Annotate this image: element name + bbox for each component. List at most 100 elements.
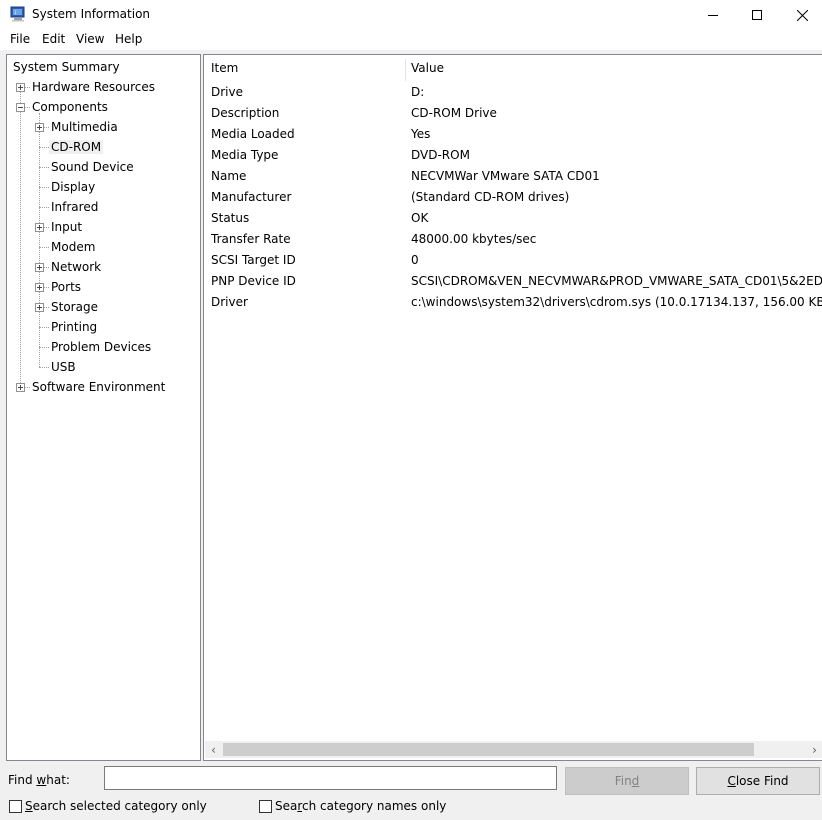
tree-guide-line <box>39 327 49 328</box>
tree-guide-line <box>39 113 40 367</box>
tree-item-label: Storage <box>51 300 98 314</box>
tree-item-cd-rom[interactable]: CD-ROM <box>49 137 104 157</box>
cell-value: CD-ROM Drive <box>411 106 497 120</box>
table-row[interactable]: Transfer Rate 48000.00 kbytes/sec <box>204 229 822 250</box>
tree-guide-line <box>39 187 49 188</box>
table-row[interactable]: Name NECVMWar VMware SATA CD01 <box>204 166 822 187</box>
scroll-right-button[interactable]: › <box>806 741 822 758</box>
table-row[interactable]: Media Type DVD-ROM <box>204 145 822 166</box>
menu-edit[interactable]: Edit <box>42 32 65 46</box>
expand-icon[interactable] <box>35 123 44 132</box>
tree-item-label: Sound Device <box>51 160 134 174</box>
tree-item-display[interactable]: Display <box>49 177 97 197</box>
cell-value: (Standard CD-ROM drives) <box>411 190 570 204</box>
tree-guide-line <box>39 167 49 168</box>
details-list[interactable]: Item Value Drive D: Description CD-ROM Driv… <box>203 54 822 761</box>
table-row[interactable]: SCSI Target ID 0 <box>204 250 822 271</box>
table-row[interactable]: PNP Device ID SCSI\CDROM&VEN_NECVMWAR&PRO… <box>204 271 822 292</box>
tree-item-input[interactable]: Input <box>49 217 84 237</box>
window-title: System Information <box>32 7 151 21</box>
find-what-input[interactable] <box>104 766 557 790</box>
column-header-item[interactable]: Item <box>211 61 238 75</box>
close-find-button[interactable]: Close Find <box>696 767 820 795</box>
tree-item-label: Hardware Resources <box>32 80 156 94</box>
search-category-names-checkbox[interactable]: Search category names only <box>259 799 446 813</box>
menu-help[interactable]: Help <box>115 32 142 46</box>
tree-item-system-summary[interactable]: System Summary <box>11 57 122 77</box>
tree-guide-line <box>39 247 49 248</box>
find-button[interactable]: Fin d <box>565 767 689 795</box>
tree-item-multimedia[interactable]: Multimedia <box>49 117 120 137</box>
tree-item-label: System Summary <box>13 60 120 74</box>
table-row[interactable]: Description CD-ROM Drive <box>204 103 822 124</box>
tree-item-label: Multimedia <box>51 120 118 134</box>
tree-item-ports[interactable]: Ports <box>49 277 83 297</box>
menu-file[interactable]: File <box>10 32 30 46</box>
scroll-left-button[interactable]: ‹ <box>205 741 222 758</box>
expand-icon[interactable] <box>35 223 44 232</box>
cell-value: 0 <box>411 253 419 267</box>
cell-item: Manufacturer <box>211 190 292 204</box>
tree-item-label: Display <box>51 180 96 194</box>
tree-item-problem-devices[interactable]: Problem Devices <box>49 337 153 357</box>
column-separator[interactable] <box>405 59 406 81</box>
tree-item-label: Software Environment <box>32 380 166 394</box>
checkbox-box[interactable] <box>259 799 272 813</box>
cell-item: Name <box>211 169 247 183</box>
cell-item: Media Loaded <box>211 127 295 141</box>
close-button[interactable] <box>779 0 822 30</box>
minimize-button[interactable] <box>690 0 736 30</box>
cell-item: PNP Device ID <box>211 274 296 288</box>
tree-item-modem[interactable]: Modem <box>49 237 97 257</box>
minimize-icon <box>708 15 718 16</box>
title-bar: i System Information <box>0 0 822 30</box>
tree-item-label: USB <box>51 360 76 374</box>
table-row[interactable]: Media Loaded Yes <box>204 124 822 145</box>
cell-item: Description <box>211 106 280 120</box>
tree-item-network[interactable]: Network <box>49 257 103 277</box>
tree-item-printing[interactable]: Printing <box>49 317 99 337</box>
tree-item-usb[interactable]: USB <box>49 357 78 377</box>
tree-item-label: CD-ROM <box>49 140 104 154</box>
expand-icon[interactable] <box>35 283 44 292</box>
table-row[interactable]: Drive D: <box>204 82 822 103</box>
collapse-icon[interactable] <box>16 103 25 112</box>
tree-item-components[interactable]: Components <box>30 97 110 117</box>
cell-value: OK <box>411 211 429 225</box>
menu-view[interactable]: View <box>76 32 104 46</box>
close-icon <box>796 9 808 21</box>
tree-item-hardware-resources[interactable]: Hardware Resources <box>30 77 157 97</box>
expand-icon[interactable] <box>16 383 25 392</box>
tree-item-label: Modem <box>51 240 96 254</box>
table-row[interactable]: Status OK <box>204 208 822 229</box>
column-header-value[interactable]: Value <box>411 61 444 75</box>
checkbox-box[interactable] <box>9 799 22 813</box>
checkbox-label: Search selected category only <box>25 799 207 813</box>
category-tree[interactable]: System Summary Hardware Resources Componen… <box>6 54 201 761</box>
tree-guide-line <box>39 347 49 348</box>
maximize-icon <box>752 10 762 20</box>
search-selected-category-checkbox[interactable]: Search selected category only <box>9 799 207 813</box>
cell-item: Status <box>211 211 250 225</box>
tree-item-sound-device[interactable]: Sound Device <box>49 157 136 177</box>
tree-item-label: Input <box>51 220 83 234</box>
tree-item-label: Printing <box>51 320 98 334</box>
maximize-button[interactable] <box>734 0 780 30</box>
table-row[interactable]: Manufacturer (Standard CD-ROM drives) <box>204 187 822 208</box>
expand-icon[interactable] <box>35 303 44 312</box>
tree-item-storage[interactable]: Storage <box>49 297 100 317</box>
expand-icon[interactable] <box>16 83 25 92</box>
tree-item-software-environment[interactable]: Software Environment <box>30 377 167 397</box>
table-row[interactable]: Driver c:\windows\system32\drivers\cdrom.… <box>204 292 822 313</box>
cell-item: Drive <box>211 85 243 99</box>
tree-item-label: Ports <box>51 280 82 294</box>
scrollbar-thumb[interactable] <box>223 743 754 756</box>
tree-item-label: Network <box>51 260 102 274</box>
expand-icon[interactable] <box>35 263 44 272</box>
tree-item-infrared[interactable]: Infrared <box>49 197 100 217</box>
find-what-label: Find what: <box>8 773 70 787</box>
horizontal-scrollbar[interactable]: ‹ › <box>205 741 822 758</box>
tree-guide-line <box>39 147 49 148</box>
tree-item-label: Infrared <box>51 200 99 214</box>
tree-guide-line <box>39 367 49 368</box>
